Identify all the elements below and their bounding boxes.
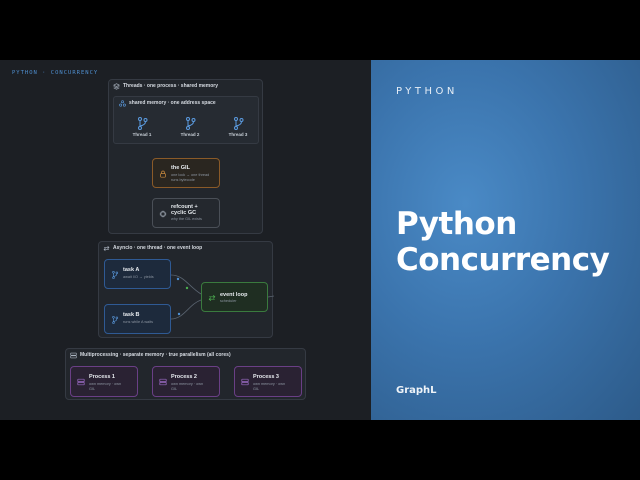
process-subtitle: GIL [89,387,96,391]
title-line-1: Python [396,206,517,242]
title-line-2: Concurrency [396,242,610,278]
gil-title: the GIL [171,165,190,171]
gil-subtitle: runs bytecode [171,178,195,182]
page-title: Python Concurrency [396,206,610,278]
threads-panel: Threads · one process · shared memory sh… [108,79,263,234]
process-1-node: Process 1 own memory · own GIL [70,366,138,397]
task-a-node: task A await I/O → yields [104,259,171,289]
server-icon [70,352,77,359]
server-icon [159,378,167,386]
gc-title: cyclic GC [171,210,197,216]
thread-2: Thread 2 [175,117,205,137]
corner-label: PYTHON · CONCURRENCY [12,70,99,76]
thread-label: Thread 2 [180,132,200,137]
shared-memory-box: shared memory · one address space Thread… [113,96,259,144]
asyncio-panel: Asyncio · one thread · one event loop ta… [98,241,274,338]
brand-bottom: GraphL [396,385,437,396]
task-b-subtitle: runs while A waits [123,320,153,324]
process-title: Process 2 [171,374,197,380]
branch-icon [185,117,195,130]
branch-icon [233,117,243,130]
event-loop-node: event loop scheduler [201,282,268,312]
task-b-title: task B [123,312,140,318]
server-icon [241,378,249,386]
process-3-node: Process 3 own memory · own GIL [234,366,302,397]
process-title: Process 1 [89,374,115,380]
thread-1: Thread 1 [127,117,157,137]
server-icon [77,378,85,386]
process-subtitle: GIL [253,387,260,391]
gc-subtitle: why the GIL exists [171,217,202,221]
chip-icon [159,210,167,218]
threads-panel-title: Threads · one process · shared memory [123,83,219,89]
task-a-subtitle: await I/O → yields [123,275,154,279]
multiprocessing-panel: Multiprocessing · separate memory · true… [65,348,306,400]
swap-arrows-icon [208,294,216,302]
shared-memory-title: shared memory · one address space [129,100,216,106]
process-2-node: Process 2 own memory · own GIL [152,366,220,397]
process-subtitle: GIL [171,387,178,391]
layers-icon [113,83,120,90]
gc-node: refcount + cyclic GC why the GIL exists [152,198,220,228]
slide: PYTHON · CONCURRENCY Threads · one proce… [0,60,640,420]
branch-icon [112,271,119,279]
multiprocessing-panel-title: Multiprocessing · separate memory · true… [80,352,231,358]
thread-3: Thread 3 [223,117,253,137]
diagram-area: PYTHON · CONCURRENCY Threads · one proce… [0,60,371,420]
shared-memory-icon [119,100,126,107]
task-b-node: task B runs while A waits [104,304,171,334]
process-title: Process 3 [253,374,279,380]
gil-node: the GIL one lock → one thread runs bytec… [152,158,220,188]
thread-label: Thread 3 [228,132,248,137]
branch-icon [112,316,119,324]
thread-label: Thread 1 [132,132,152,137]
branch-icon [137,117,147,130]
task-a-title: task A [123,267,140,273]
event-loop-subtitle: scheduler [220,299,237,303]
title-panel: PYTHON Python Concurrency GraphL [371,60,640,420]
lock-icon [160,170,166,178]
brand-top: PYTHON [396,86,458,97]
event-loop-title: event loop [220,292,248,298]
